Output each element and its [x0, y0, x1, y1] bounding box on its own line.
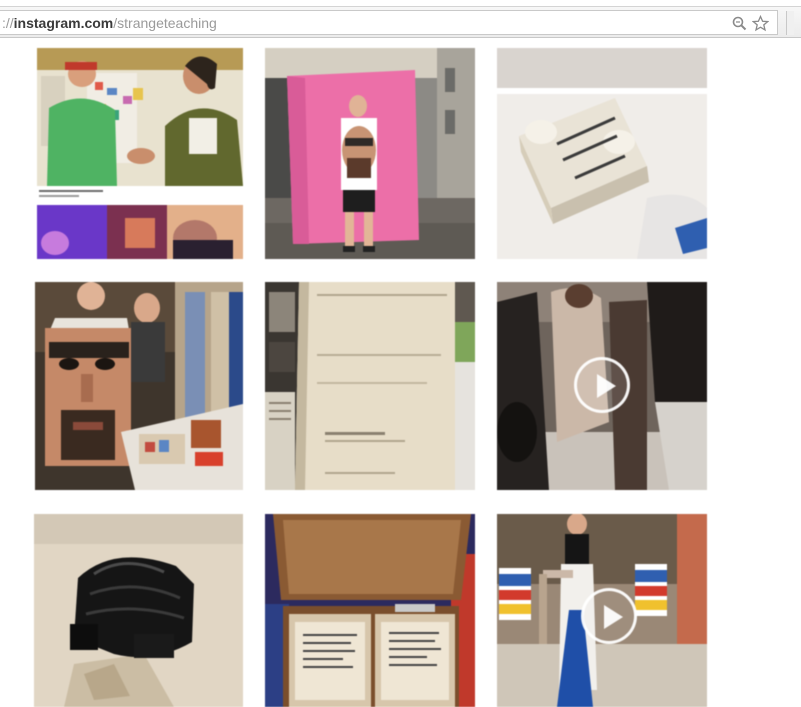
- post-thumbnail[interactable]: [37, 48, 243, 259]
- pink-backdrop-photo: [265, 48, 475, 259]
- face-print-photo: [35, 282, 243, 490]
- post-thumbnail[interactable]: [35, 282, 243, 490]
- address-bar[interactable]: ://instagram.com/strangeteaching: [0, 10, 778, 35]
- post-thumbnail[interactable]: [34, 514, 243, 707]
- play-icon[interactable]: [574, 357, 630, 413]
- url-text[interactable]: ://instagram.com/strangeteaching: [2, 15, 217, 31]
- play-icon[interactable]: [581, 588, 637, 644]
- post-thumbnail[interactable]: [265, 282, 475, 490]
- notebook-pages-photo: [265, 282, 475, 490]
- toolbar-divider: [786, 11, 794, 35]
- post-thumbnail[interactable]: [497, 48, 707, 259]
- url-prefix: ://: [2, 15, 14, 31]
- black-object-photo: [34, 514, 243, 707]
- instagram-profile-page: ://instagram.com/strangeteaching: [0, 0, 801, 707]
- url-path: /strangeteaching: [113, 15, 217, 31]
- wooden-box-photo: [265, 514, 475, 707]
- url-domain: instagram.com: [13, 15, 114, 31]
- caption-lines: [39, 190, 103, 197]
- post-thumbnail[interactable]: [497, 282, 707, 490]
- soap-object-photo: [497, 48, 707, 259]
- collage-photo: [37, 48, 243, 259]
- post-thumbnail[interactable]: [265, 48, 475, 259]
- browser-toolbar: ://instagram.com/strangeteaching: [0, 6, 801, 38]
- post-thumbnail[interactable]: [497, 514, 707, 707]
- star-icon[interactable]: [752, 15, 769, 32]
- magnifier-icon[interactable]: [732, 16, 747, 31]
- post-thumbnail[interactable]: [265, 514, 475, 707]
